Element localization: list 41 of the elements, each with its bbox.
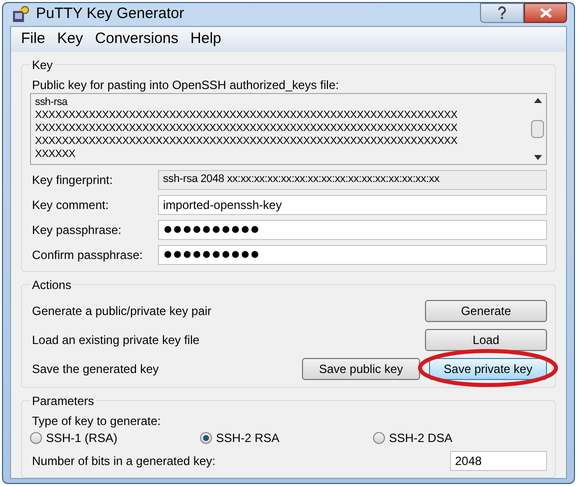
bits-field[interactable]: 2048	[450, 450, 547, 470]
scroll-thumb[interactable]	[531, 120, 544, 138]
menu-item[interactable]: Help	[184, 28, 228, 50]
action-label: Save the generated key	[31, 360, 160, 378]
public-key-line: ssh-rsa	[35, 96, 68, 108]
public-key-line: XXXXXXXXXXXXXXXXXXXXXXXXXXXXXXXXXXXXXXXXXXXXXXXXXXXXXXXXXXXXXXX	[35, 108, 458, 122]
radio-option[interactable]: SSH-1 (RSA)	[30, 428, 118, 446]
public-key-line: XXXXXXXXXXXXXXXXXXXXXXXXXXXXXXXXXXXXXXXXXXXXXXXXXXXXXXXXXXXXXXX	[35, 122, 458, 134]
password-field[interactable]: ●●●●●●●●●●	[158, 244, 547, 264]
radio-option[interactable]: SSH-2 RSA	[200, 428, 280, 446]
help-button[interactable]	[480, 3, 524, 23]
action-button[interactable]: Generate	[425, 300, 547, 322]
action-label: Load an existing private key file	[31, 332, 200, 348]
text-field[interactable]: imported-openssh-key	[158, 194, 547, 214]
bits-label: Number of bits in a generated key:	[31, 452, 216, 470]
public-key-line: XXXXXXXXXXXXXXXXXXXXXXXXXXXXXXXXXXXXXXXXXXXXXXXXXXXXXXXXXXXXXXX	[35, 134, 458, 148]
field-label: Key fingerprint:	[31, 172, 114, 188]
action-button[interactable]: Save public key	[302, 358, 420, 380]
action-button[interactable]: Save private key	[429, 358, 547, 380]
menu-item[interactable]: File	[15, 28, 52, 50]
scroll-up-icon	[534, 98, 542, 102]
public-key-label: Public key for pasting into OpenSSH authorized_keys file:	[31, 76, 340, 92]
action-button[interactable]: Load	[425, 328, 547, 350]
key-type-label: Type of key to generate:	[31, 412, 162, 428]
close-icon	[540, 8, 552, 18]
computer-key-icon	[12, 5, 30, 24]
scroll-down-icon	[534, 154, 542, 160]
field-label: Key comment:	[31, 196, 110, 214]
readonly-field[interactable]: ssh-rsa 2048 xx:xx:xx:xx:xx:xx:xx:xx:xx:xx:xx:xx:xx:xx:xx:xx	[158, 170, 547, 190]
menu-item[interactable]: Key	[51, 28, 90, 50]
menu-item[interactable]: Conversions	[89, 28, 184, 50]
radio-option[interactable]: SSH-2 DSA	[373, 428, 452, 446]
help-icon	[497, 6, 507, 20]
password-field[interactable]: ●●●●●●●●●●	[158, 220, 547, 240]
close-button[interactable]	[524, 3, 567, 23]
action-label: Generate a public/private key pair	[31, 302, 212, 320]
public-key-textarea[interactable]	[30, 92, 547, 164]
field-label: Confirm passphrase:	[31, 246, 144, 264]
window-title: PuTTY Key Generator	[36, 4, 184, 24]
field-label: Key passphrase:	[31, 222, 122, 238]
public-key-line: XXXXXX	[35, 148, 76, 160]
